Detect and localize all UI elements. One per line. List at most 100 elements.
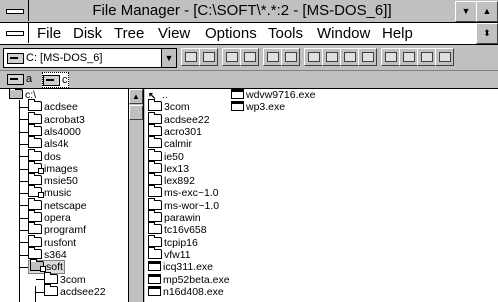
details-view-button[interactable] xyxy=(304,48,323,66)
share-as-button[interactable] xyxy=(222,48,241,66)
tool-icon xyxy=(421,52,433,62)
file-item-folder[interactable]: lex892 xyxy=(148,173,195,187)
menu-disk[interactable]: Disk xyxy=(73,23,102,44)
file-item-exe[interactable]: n16d408.exe xyxy=(148,285,224,298)
tree-item-label: als4000 xyxy=(44,125,81,138)
stop-sharing-button[interactable] xyxy=(240,48,259,66)
tree-subitem[interactable]: acdsee22 xyxy=(36,283,106,298)
document-system-menu-button[interactable] xyxy=(0,23,29,43)
file-item-label: ie50 xyxy=(164,150,184,163)
dropdown-arrow-icon[interactable]: ▼ xyxy=(161,49,176,67)
sort-by-date-button[interactable] xyxy=(381,48,400,66)
large-icons-button[interactable] xyxy=(263,48,282,66)
file-item-folder[interactable]: ms-exc~1.0 xyxy=(148,185,219,199)
folder-icon xyxy=(148,136,162,149)
menu-help[interactable]: Help xyxy=(382,23,413,44)
file-item-label: n16d408.exe xyxy=(163,285,224,298)
file-item-folder[interactable]: ms-wor~1.0 xyxy=(148,197,219,212)
disconnect-network-drive-button[interactable] xyxy=(199,48,218,66)
folder-icon xyxy=(28,197,42,210)
system-menu-icon xyxy=(6,9,24,14)
tree-item-selected[interactable]: soft xyxy=(20,259,65,275)
sort-name-icon xyxy=(326,52,338,62)
folder-icon xyxy=(44,283,58,296)
arrow-up-icon: ▲ xyxy=(132,92,140,101)
executable-file-icon xyxy=(148,261,161,272)
menu-file[interactable]: File xyxy=(37,23,61,44)
folder-icon xyxy=(28,111,42,124)
folder-icon xyxy=(148,160,162,173)
file-item-label: calmir xyxy=(164,138,192,151)
connect-network-drive-button[interactable] xyxy=(181,48,200,66)
menu-tools[interactable]: Tools xyxy=(268,23,303,44)
tree-scrollbar[interactable]: ▲ xyxy=(129,89,144,302)
folder-icon xyxy=(148,234,162,247)
folder-icon xyxy=(148,210,162,222)
file-item-label: wdvw9716.exe xyxy=(246,89,316,101)
minimize-button[interactable]: ▼ xyxy=(455,1,477,22)
folder-icon xyxy=(148,99,162,112)
system-menu-button[interactable] xyxy=(0,0,29,21)
large-icons-icon xyxy=(267,52,279,62)
file-item-folder[interactable]: acdsee22 xyxy=(148,111,210,126)
tree-item[interactable]: dos xyxy=(20,148,61,163)
executable-file-icon xyxy=(148,285,161,296)
document-restore-button[interactable]: ⬍ xyxy=(476,23,498,44)
file-item-label: tc16v658 xyxy=(164,224,207,237)
tree-item-label: programf xyxy=(44,224,87,237)
tool-button-2[interactable] xyxy=(435,48,454,66)
sort-by-size-button[interactable] xyxy=(358,48,377,66)
drive-a-label: a xyxy=(26,73,33,85)
sort-by-type-button[interactable] xyxy=(340,48,359,66)
folder-icon xyxy=(44,271,58,284)
sort-by-name-button[interactable] xyxy=(322,48,341,66)
maximize-button[interactable]: ▲ xyxy=(476,1,498,22)
file-item-exe[interactable]: mp52beta.exe xyxy=(148,273,230,286)
folder-icon xyxy=(28,210,42,222)
folder-icon xyxy=(28,173,42,186)
file-item-folder[interactable]: acro301 xyxy=(148,123,202,138)
tree-item-label: als4k xyxy=(44,138,69,151)
drive-a[interactable]: a xyxy=(7,72,32,86)
directory-tree[interactable]: c:\ acdsee acrobat3 als4000 als4k dos im… xyxy=(0,89,129,302)
toolbar: C: [MS-DOS_6] ▼ xyxy=(0,45,498,71)
executable-file-icon xyxy=(231,89,244,99)
minimize-icon: ▼ xyxy=(461,6,471,16)
tree-item-label: s364 xyxy=(44,248,67,261)
file-item-folder[interactable]: tc16v658 xyxy=(148,222,207,237)
scroll-thumb[interactable] xyxy=(129,105,143,120)
drive-select[interactable]: C: [MS-DOS_6] ▼ xyxy=(3,48,177,68)
floppy-drive-icon xyxy=(7,73,24,85)
menu-window[interactable]: Window xyxy=(317,23,370,44)
title-bar: File Manager - [C:\SOFT\*.*:2 - [MS-DOS_… xyxy=(0,0,498,23)
tree-item-label: acrobat3 xyxy=(44,113,85,126)
folder-icon xyxy=(148,123,162,136)
tool-button-1[interactable] xyxy=(417,48,436,66)
scroll-up-button[interactable]: ▲ xyxy=(129,89,143,104)
folder-icon xyxy=(148,148,162,161)
file-item-folder[interactable]: tcpip16 xyxy=(148,234,198,249)
tree-item-label: dos xyxy=(44,150,61,163)
file-item-label: parawin xyxy=(164,212,201,224)
folder-icon xyxy=(148,185,162,198)
tree-item-label: opera xyxy=(44,212,71,224)
file-item-folder[interactable]: vfw11 xyxy=(148,246,191,261)
menu-options[interactable]: Options xyxy=(205,23,257,44)
tree-item-label: images xyxy=(44,162,78,175)
file-item-exe[interactable]: icq311.exe xyxy=(148,261,213,273)
menu-tree[interactable]: Tree xyxy=(114,23,144,44)
sort-size-icon xyxy=(362,52,374,62)
folder-icon xyxy=(148,111,162,124)
maximize-icon: ▲ xyxy=(482,6,492,16)
file-list[interactable]: ↖.. 3com acdsee22 acro301 calmir ie50 le… xyxy=(145,89,498,302)
file-item-exe[interactable]: wdvw9716.exe xyxy=(231,89,315,101)
menu-view[interactable]: View xyxy=(158,23,190,44)
share-icon xyxy=(226,52,238,62)
drive-c[interactable]: c xyxy=(42,72,69,88)
drive-icon xyxy=(7,52,24,64)
list-view-button[interactable] xyxy=(281,48,300,66)
file-item-exe[interactable]: wp3.exe xyxy=(231,101,285,113)
new-window-button[interactable] xyxy=(399,48,418,66)
file-item-folder[interactable]: parawin xyxy=(148,210,201,224)
file-item-label: acdsee22 xyxy=(164,113,210,126)
